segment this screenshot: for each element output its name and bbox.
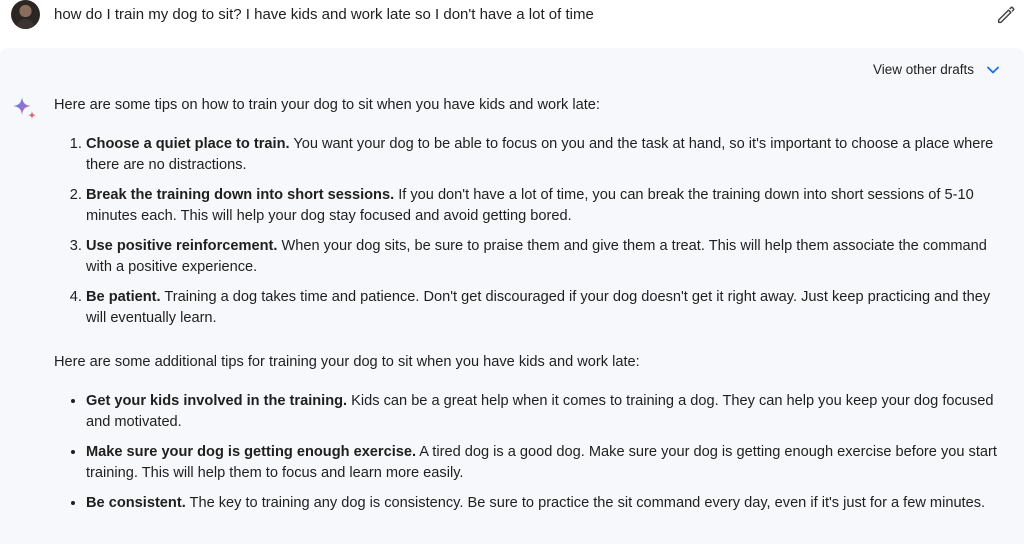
tip-title: Choose a quiet place to train. [86,136,290,152]
bullet-tips-list: Get your kids involved in the training. … [54,391,1004,514]
tip-body: The key to training any dog is consisten… [185,495,986,511]
tip-title: Be consistent. [86,495,186,511]
prompt-text: how do I train my dog to sit? I have kid… [54,6,594,23]
view-other-drafts-button[interactable]: View other drafts [873,62,1000,77]
list-item: Break the training down into short sessi… [86,185,1004,227]
drafts-label: View other drafts [872,62,974,77]
additional-intro: Here are some additional tips for traini… [54,354,640,370]
user-avatar[interactable] [11,0,40,29]
chevron-down-icon [987,66,999,73]
list-item: Be patient. Training a dog takes time an… [86,287,1004,329]
response-intro: Here are some tips on how to train your … [54,97,600,113]
list-item: Choose a quiet place to train. You want … [86,134,1004,176]
pencil-icon[interactable] [995,4,1017,26]
tip-title: Be patient. [86,289,161,305]
tip-body: Training a dog takes time and patience. … [86,289,991,326]
list-item: Use positive reinforcement. When your do… [86,236,1004,278]
response-content: Here are some tips on how to train your … [54,95,1004,523]
numbered-tips-list: Choose a quiet place to train. You want … [54,134,1004,329]
prompt-bar: how do I train my dog to sit? I have kid… [0,0,1024,48]
tip-title: Break the training down into short sessi… [86,187,395,203]
list-item: Make sure your dog is getting enough exe… [86,442,1004,484]
list-item: Get your kids involved in the training. … [86,391,1004,433]
tip-title: Make sure your dog is getting enough exe… [86,444,417,460]
tip-title: Get your kids involved in the training. [86,393,348,409]
response-card: View other drafts Here are some tips on … [0,48,1024,544]
tip-title: Use positive reinforcement. [86,238,278,254]
list-item: Be consistent. The key to training any d… [86,493,1004,514]
sparkle-icon [13,97,36,119]
